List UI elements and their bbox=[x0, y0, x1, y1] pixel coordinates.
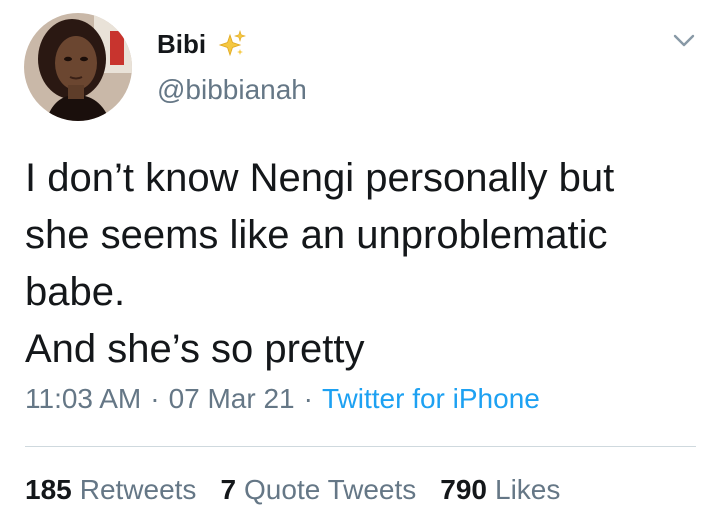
tweet-date[interactable]: 07 Mar 21 bbox=[169, 383, 295, 415]
sparkles-icon bbox=[216, 29, 247, 59]
meta-separator: · bbox=[303, 383, 313, 414]
retweets-count: 185 bbox=[25, 474, 72, 505]
tweet-source-link[interactable]: Twitter for iPhone bbox=[322, 383, 540, 415]
profile-photo bbox=[24, 13, 132, 121]
divider bbox=[25, 446, 696, 447]
tweet-text: I don’t know Nengi personally but she se… bbox=[25, 156, 615, 371]
quote-tweets-label: Quote Tweets bbox=[244, 474, 417, 505]
author-name-row: Bibi bbox=[157, 27, 247, 61]
retweets-stat[interactable]: 185 Retweets bbox=[25, 474, 196, 506]
quote-tweets-stat[interactable]: 7 Quote Tweets bbox=[220, 474, 416, 506]
likes-stat[interactable]: 790 Likes bbox=[440, 474, 560, 506]
author-handle[interactable]: @bibbianah bbox=[157, 74, 307, 106]
tweet-meta: 11:03 AM · 07 Mar 21 · Twitter for iPhon… bbox=[25, 383, 540, 415]
avatar[interactable] bbox=[24, 13, 132, 121]
likes-label: Likes bbox=[495, 474, 561, 505]
retweets-label: Retweets bbox=[79, 474, 197, 505]
tweet-stats: 185 Retweets 7 Quote Tweets 790 Likes bbox=[25, 474, 584, 506]
chevron-down-icon[interactable] bbox=[672, 32, 696, 50]
tweet-time[interactable]: 11:03 AM bbox=[25, 383, 141, 415]
meta-separator: · bbox=[150, 383, 160, 414]
author-display-name[interactable]: Bibi bbox=[157, 29, 206, 60]
quote-tweets-count: 7 bbox=[220, 474, 237, 505]
likes-count: 790 bbox=[440, 474, 487, 505]
